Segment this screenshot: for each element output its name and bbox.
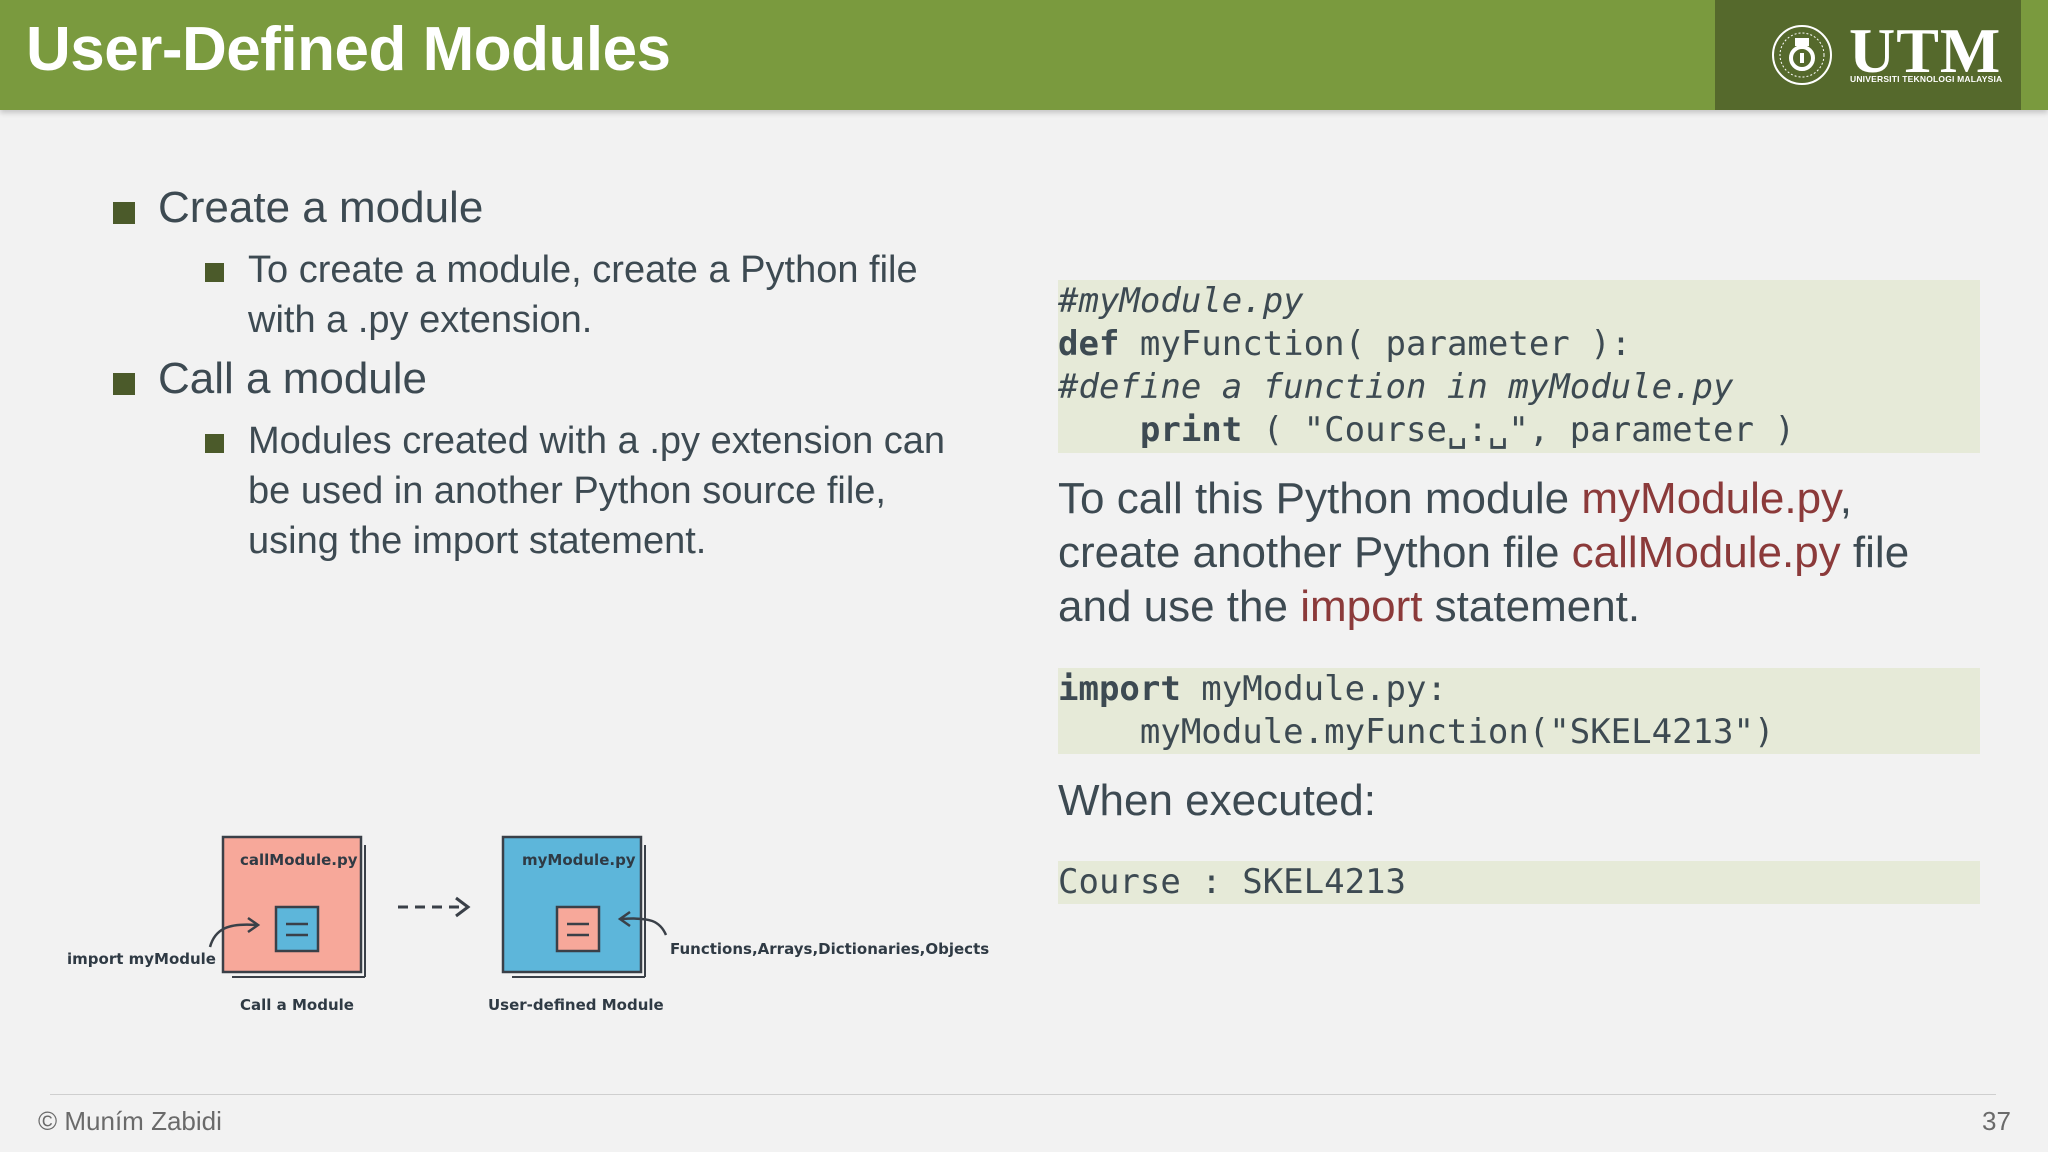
text-span: , <box>1839 474 1853 523</box>
code-block-mymodule: #myModule.py def myFunction( parameter )… <box>1058 280 1980 453</box>
code-keyword: import <box>1058 669 1181 709</box>
bullet-call-detail-line2: be used in another Python source file, <box>248 470 886 512</box>
explanation-paragraph: To call this Python module myModule.py, … <box>1058 472 1909 634</box>
code-line: #myModule.py <box>1058 281 1304 321</box>
slide-title: User-Defined Modules <box>26 15 671 84</box>
text-span: statement. <box>1422 582 1641 631</box>
text-span: create another Python file <box>1058 528 1572 577</box>
footer-divider <box>50 1094 1996 1095</box>
bullet-square-icon <box>205 263 224 282</box>
bullet-call-module: Call a module <box>158 354 428 403</box>
code-keyword: print <box>1139 410 1243 450</box>
bullet-create-module: Create a module <box>158 183 484 232</box>
code-line: #define a function in myModule.py <box>1058 367 1734 407</box>
utm-logo: UTM UNIVERSITI TEKNOLOGI MALAYSIA <box>1715 0 2021 110</box>
code-line: import myModule.py: <box>1058 668 1980 711</box>
footer-copyright: © Muním Zabidi <box>38 1106 222 1136</box>
code-line: def myFunction( parameter ): <box>1058 323 1980 366</box>
diagram-functions-annotation: Functions,Arrays,Dictionaries,Objects <box>670 940 990 958</box>
diagram-userdefined-caption: User-defined Module <box>488 996 664 1014</box>
utm-emblem-icon <box>1772 25 1832 85</box>
bullet-call-detail-line1: Modules created with a .py extension can <box>248 420 946 462</box>
text-span: and use the <box>1058 582 1301 631</box>
output-block: Course : SKEL4213 <box>1058 861 1980 904</box>
code-block-callmodule: import myModule.py: myModule.myFunction(… <box>1058 668 1980 754</box>
slide-header: User-Defined Modules UTM UNIVERSITI TEKN… <box>0 0 2048 110</box>
bullet-square-icon <box>205 434 224 453</box>
explanation-line3: and use the import statement. <box>1058 580 1909 634</box>
text-span: To call this Python module <box>1058 474 1582 523</box>
code-line: print ( "Course␣:␣", parameter ) <box>1058 409 1980 452</box>
highlight-import: import <box>1300 582 1423 631</box>
page-number: 37 <box>1982 1106 2011 1136</box>
code-text: ( "Course␣:␣", parameter ) <box>1242 410 1795 450</box>
highlight-callmodule: callModule.py <box>1571 528 1841 577</box>
explanation-line1: To call this Python module myModule.py, <box>1058 472 1909 526</box>
explanation-line2: create another Python file callModule.py… <box>1058 526 1909 580</box>
diagram-mymodule-filename: myModule.py <box>522 851 636 869</box>
code-keyword: def <box>1058 324 1120 364</box>
output-line: Course : SKEL4213 <box>1058 862 1406 902</box>
diagram-callmodule-filename: callModule.py <box>240 851 358 869</box>
bullet-call-detail-line3: using the import statement. <box>248 520 707 562</box>
executed-label: When executed: <box>1058 776 1376 825</box>
highlight-mymodule: myModule.py <box>1581 474 1840 523</box>
logo-subtext: UNIVERSITI TEKNOLOGI MALAYSIA <box>1850 74 2003 84</box>
bullet-create-detail-line2: with a .py extension. <box>248 299 593 341</box>
code-line: myModule.myFunction("SKEL4213") <box>1058 712 1775 752</box>
bullet-square-icon <box>113 373 135 395</box>
code-text: myModule.py: <box>1180 669 1447 709</box>
callmodule-inner-icon <box>274 905 320 953</box>
diagram-call-caption: Call a Module <box>240 996 354 1014</box>
diagram-import-annotation: import myModule <box>67 950 216 968</box>
bullet-square-icon <box>113 202 135 224</box>
bullet-create-detail-line1: To create a module, create a Python file <box>248 249 918 291</box>
mymodule-inner-icon <box>555 905 601 953</box>
code-text: myFunction( parameter ): <box>1119 324 1632 364</box>
text-span: file <box>1840 528 1910 577</box>
